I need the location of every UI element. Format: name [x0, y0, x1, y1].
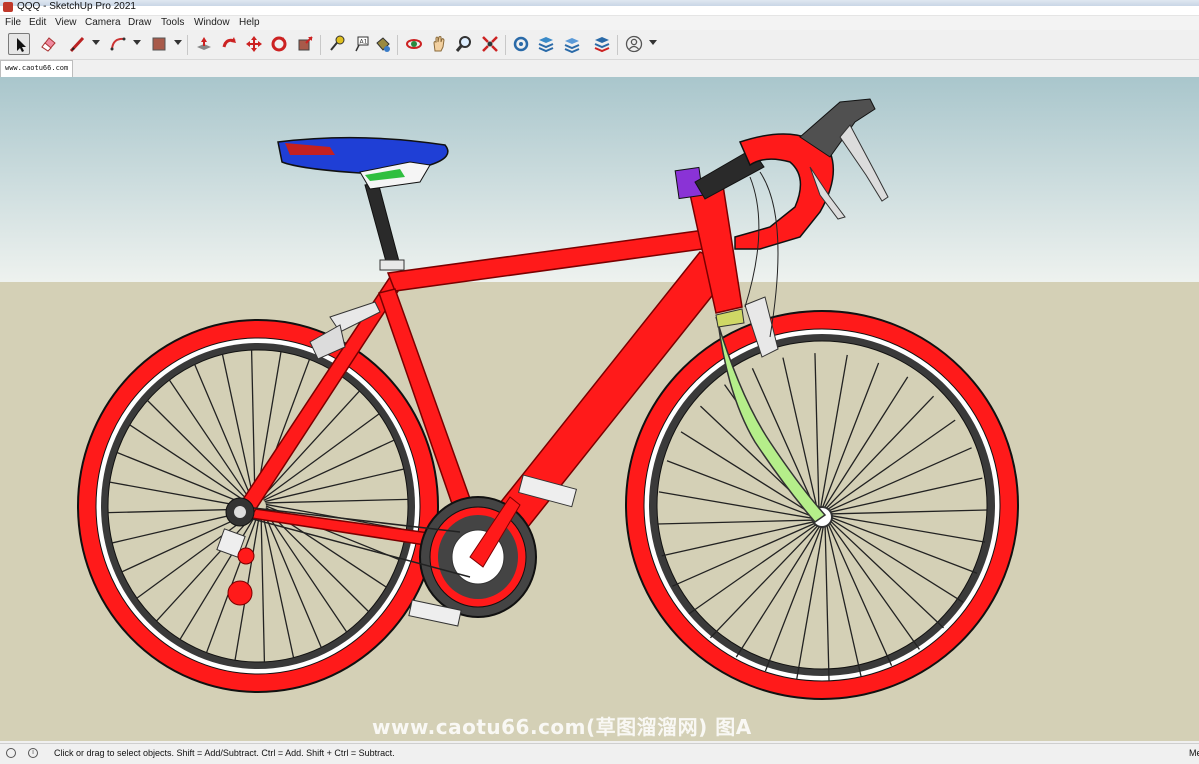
- arc-tool-dropdown-icon[interactable]: [133, 40, 141, 45]
- follow-me-tool-icon: [271, 36, 287, 52]
- scene-tab[interactable]: www.caotu66.com: [0, 60, 74, 77]
- paint-bucket-tool-button[interactable]: [372, 33, 394, 55]
- eraser-tool-icon: [41, 37, 56, 52]
- menu-draw[interactable]: Draw: [128, 17, 151, 28]
- toolbar-separator: [397, 35, 398, 55]
- select-tool-icon: [17, 38, 26, 52]
- main-toolbar: A1: [0, 31, 1199, 60]
- zoom-extents-tool-button[interactable]: [479, 33, 501, 55]
- pan-tool-button[interactable]: [428, 33, 450, 55]
- line-tool-dropdown-icon[interactable]: [92, 40, 100, 45]
- text-tool-button[interactable]: A1: [350, 33, 372, 55]
- menu-window[interactable]: Window: [194, 17, 230, 28]
- paint-bucket-tool-icon: [376, 37, 390, 52]
- menu-file[interactable]: File: [5, 17, 21, 28]
- toolbar-separator: [617, 35, 618, 55]
- push-pull-tool-button[interactable]: [193, 33, 215, 55]
- move-tool-icon: [246, 36, 262, 52]
- orbit-tool-icon: [406, 39, 422, 49]
- extension-manager-button[interactable]: [591, 33, 613, 55]
- browser-tab-strip: [0, 0, 1199, 6]
- rectangle-tool-icon: [152, 37, 166, 51]
- watermark-text: www.caotu66.com(草图溜溜网) 图A: [372, 715, 752, 739]
- warehouse-button[interactable]: [510, 33, 532, 55]
- pan-tool-icon: [433, 36, 445, 52]
- scale-tool-button[interactable]: [294, 33, 316, 55]
- move-tool-button[interactable]: [243, 33, 265, 55]
- menu-bar: File Edit View Camera Draw Tools Window …: [0, 16, 1199, 30]
- zoom-extents-tool-icon: [482, 36, 498, 52]
- toolbar-separator: [187, 35, 188, 55]
- select-tool-button[interactable]: [8, 33, 30, 55]
- rectangle-tool-button[interactable]: [148, 33, 170, 55]
- zoom-tool-button[interactable]: [453, 33, 475, 55]
- rotate-tool-button[interactable]: [218, 33, 240, 55]
- menu-view[interactable]: View: [55, 17, 77, 28]
- line-tool-button[interactable]: [66, 33, 88, 55]
- arc-tool-button[interactable]: [107, 33, 129, 55]
- tape-measure-tool-button[interactable]: [325, 33, 347, 55]
- line-tool-icon: [69, 36, 85, 53]
- extension-manager-icon: [594, 37, 610, 53]
- rectangle-tool-dropdown-icon[interactable]: [174, 40, 182, 45]
- toolbar-separator: [505, 35, 506, 55]
- svg-text:A1: A1: [360, 39, 368, 46]
- geo-location-icon[interactable]: [6, 748, 16, 758]
- menu-help[interactable]: Help: [239, 17, 260, 28]
- arc-tool-icon: [110, 37, 126, 51]
- info-icon[interactable]: i: [28, 748, 38, 758]
- tape-measure-tool-icon: [330, 35, 345, 51]
- window-title: QQQ - SketchUp Pro 2021: [17, 1, 136, 12]
- model-viewport[interactable]: www.caotu66.com(草图溜溜网) 图A: [0, 77, 1199, 741]
- status-bar: i Click or drag to select objects. Shift…: [0, 743, 1199, 764]
- menu-tools[interactable]: Tools: [161, 17, 184, 28]
- toolbar-separator: [320, 35, 321, 55]
- title-bar: QQQ - SketchUp Pro 2021: [0, 0, 1199, 16]
- follow-me-tool-button[interactable]: [268, 33, 290, 55]
- menu-edit[interactable]: Edit: [29, 17, 46, 28]
- menu-camera[interactable]: Camera: [85, 17, 121, 28]
- layers-button[interactable]: [561, 33, 583, 55]
- scene-tab-bar: www.caotu66.com: [0, 60, 1199, 77]
- text-tool-icon: A1: [355, 36, 369, 52]
- bicycle-model: [0, 77, 1199, 741]
- zoom-tool-icon: [455, 36, 471, 52]
- measurements-label: Me: [1189, 748, 1199, 758]
- warehouse-icon: [513, 36, 529, 52]
- extension-warehouse-icon: [538, 37, 554, 53]
- extension-warehouse-button[interactable]: [535, 33, 557, 55]
- account-icon: [625, 35, 643, 53]
- orbit-tool-button[interactable]: [403, 33, 425, 55]
- front-wheel: [625, 310, 1019, 700]
- status-hint-text: Click or drag to select objects. Shift =…: [54, 748, 395, 758]
- sketchup-app-icon: [3, 2, 13, 12]
- layers-icon: [564, 38, 580, 53]
- eraser-tool-button[interactable]: [37, 33, 59, 55]
- account-button[interactable]: [623, 33, 645, 55]
- scale-tool-icon: [298, 36, 313, 51]
- account-dropdown-icon[interactable]: [649, 40, 657, 45]
- push-pull-tool-icon: [197, 37, 211, 50]
- rotate-tool-icon: [222, 37, 236, 48]
